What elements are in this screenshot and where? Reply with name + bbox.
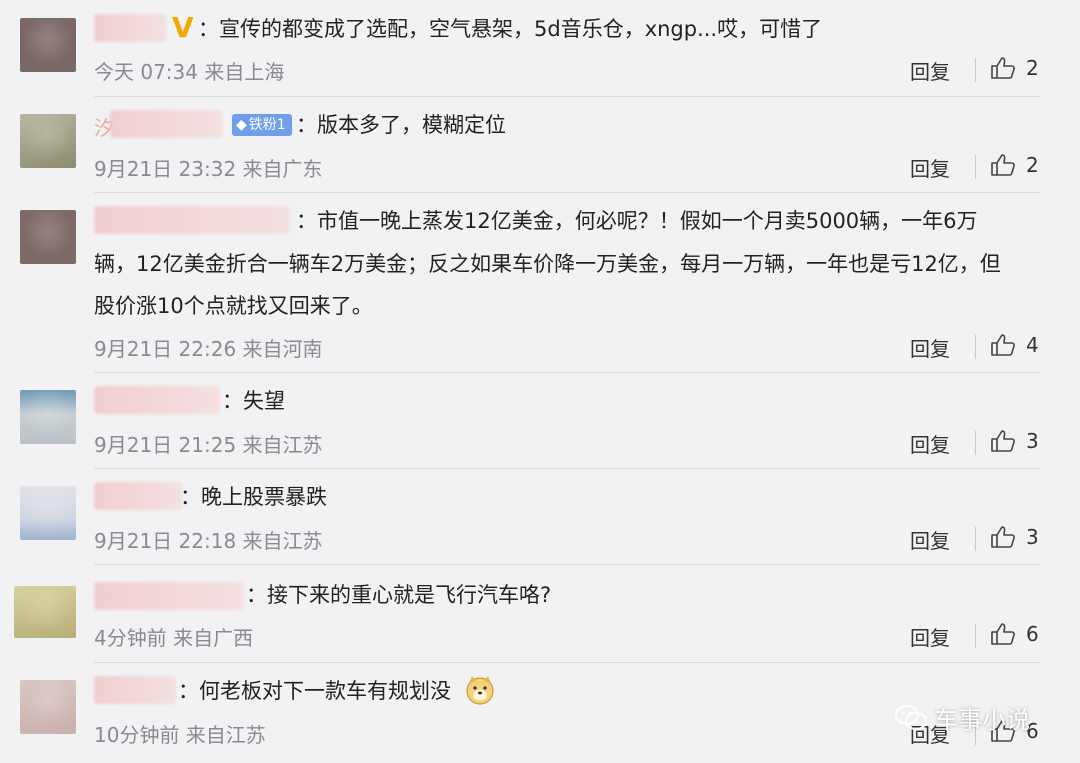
comment-text: 股价涨10个点就找又回来了。 bbox=[94, 294, 373, 318]
divider bbox=[94, 564, 1040, 565]
comment-meta: 10分钟前 来自江苏 bbox=[94, 723, 266, 747]
comment-text: 辆，12亿美金折合一辆车2万美金；反之如果车价降一万美金，每月一万辆，一年也是亏… bbox=[94, 252, 1001, 276]
reply-button[interactable]: 回复 bbox=[910, 429, 950, 458]
reply-button[interactable]: 回复 bbox=[910, 525, 950, 554]
comment-text: ：宣传的都变成了选配，空气悬架，5d音乐仓，xngp...哎，可惜了 bbox=[198, 17, 823, 41]
avatar[interactable] bbox=[20, 114, 76, 168]
username[interactable] bbox=[94, 582, 244, 610]
separator bbox=[975, 624, 976, 648]
verified-v-icon: V bbox=[172, 11, 194, 44]
divider bbox=[94, 372, 1040, 373]
wechat-icon bbox=[895, 704, 927, 730]
fan-badge: ◆ 铁粉1 bbox=[232, 114, 292, 136]
comment-text: ：失望 bbox=[222, 389, 285, 413]
username[interactable] bbox=[94, 206, 290, 234]
watermark: 车事小说 bbox=[894, 700, 1030, 735]
avatar[interactable] bbox=[20, 18, 76, 72]
thumbs-up-icon[interactable] bbox=[990, 525, 1016, 549]
comment-meta: 4分钟前 来自广西 bbox=[94, 626, 254, 650]
thumbs-up-icon[interactable] bbox=[990, 429, 1016, 453]
comment-text: ：版本多了，模糊定位 bbox=[296, 113, 506, 137]
comment-text: ：晚上股票暴跌 bbox=[180, 485, 327, 509]
diamond-icon: ◆ bbox=[236, 117, 247, 133]
comment-text: ：市值一晚上蒸发12亿美金，何必呢？！假如一个月卖5000辆，一年6万 bbox=[296, 209, 978, 233]
thumbs-up-icon[interactable] bbox=[990, 56, 1016, 80]
divider bbox=[94, 662, 1040, 663]
separator bbox=[975, 527, 976, 551]
separator bbox=[975, 335, 976, 359]
like-count: 3 bbox=[1026, 429, 1039, 453]
like-count: 6 bbox=[1026, 622, 1039, 646]
username[interactable] bbox=[94, 482, 182, 510]
username[interactable] bbox=[94, 14, 166, 42]
separator bbox=[975, 155, 976, 179]
divider bbox=[94, 468, 1040, 469]
divider bbox=[94, 96, 1040, 97]
reply-button[interactable]: 回复 bbox=[910, 333, 950, 362]
username[interactable] bbox=[110, 110, 222, 138]
username[interactable] bbox=[94, 386, 220, 414]
like-count: 4 bbox=[1026, 333, 1039, 357]
comment-meta: 9月21日 22:26 来自河南 bbox=[94, 337, 323, 361]
fan-badge-label: 铁粉1 bbox=[248, 117, 286, 133]
like-count: 3 bbox=[1026, 525, 1039, 549]
reply-button[interactable]: 回复 bbox=[910, 622, 950, 651]
like-count: 2 bbox=[1026, 153, 1039, 177]
divider bbox=[94, 192, 1040, 193]
watermark-text: 车事小说 bbox=[934, 706, 1030, 734]
avatar[interactable] bbox=[20, 390, 76, 444]
comment-text: ：接下来的重心就是飞行汽车咯? bbox=[246, 583, 552, 607]
like-count: 2 bbox=[1026, 56, 1039, 80]
reply-button[interactable]: 回复 bbox=[910, 153, 950, 182]
comment-meta: 9月21日 22:18 来自江苏 bbox=[94, 529, 323, 553]
thumbs-up-icon[interactable] bbox=[990, 622, 1016, 646]
separator bbox=[975, 431, 976, 455]
reply-button[interactable]: 回复 bbox=[910, 56, 950, 85]
avatar[interactable] bbox=[20, 680, 76, 734]
comment-text: ：何老板对下一款车有规划没 bbox=[178, 679, 451, 703]
thumbs-up-icon[interactable] bbox=[990, 333, 1016, 357]
avatar[interactable] bbox=[20, 210, 76, 264]
comment-meta: 9月21日 23:32 来自广东 bbox=[94, 157, 323, 181]
avatar[interactable] bbox=[14, 586, 76, 638]
comment-meta: 今天 07:34 来自上海 bbox=[94, 60, 285, 84]
comment-meta: 9月21日 21:25 来自江苏 bbox=[94, 433, 323, 457]
thumbs-up-icon[interactable] bbox=[990, 153, 1016, 177]
username[interactable] bbox=[94, 676, 176, 704]
separator bbox=[975, 58, 976, 82]
dog-emoji-icon bbox=[466, 676, 494, 705]
avatar[interactable] bbox=[20, 486, 76, 540]
